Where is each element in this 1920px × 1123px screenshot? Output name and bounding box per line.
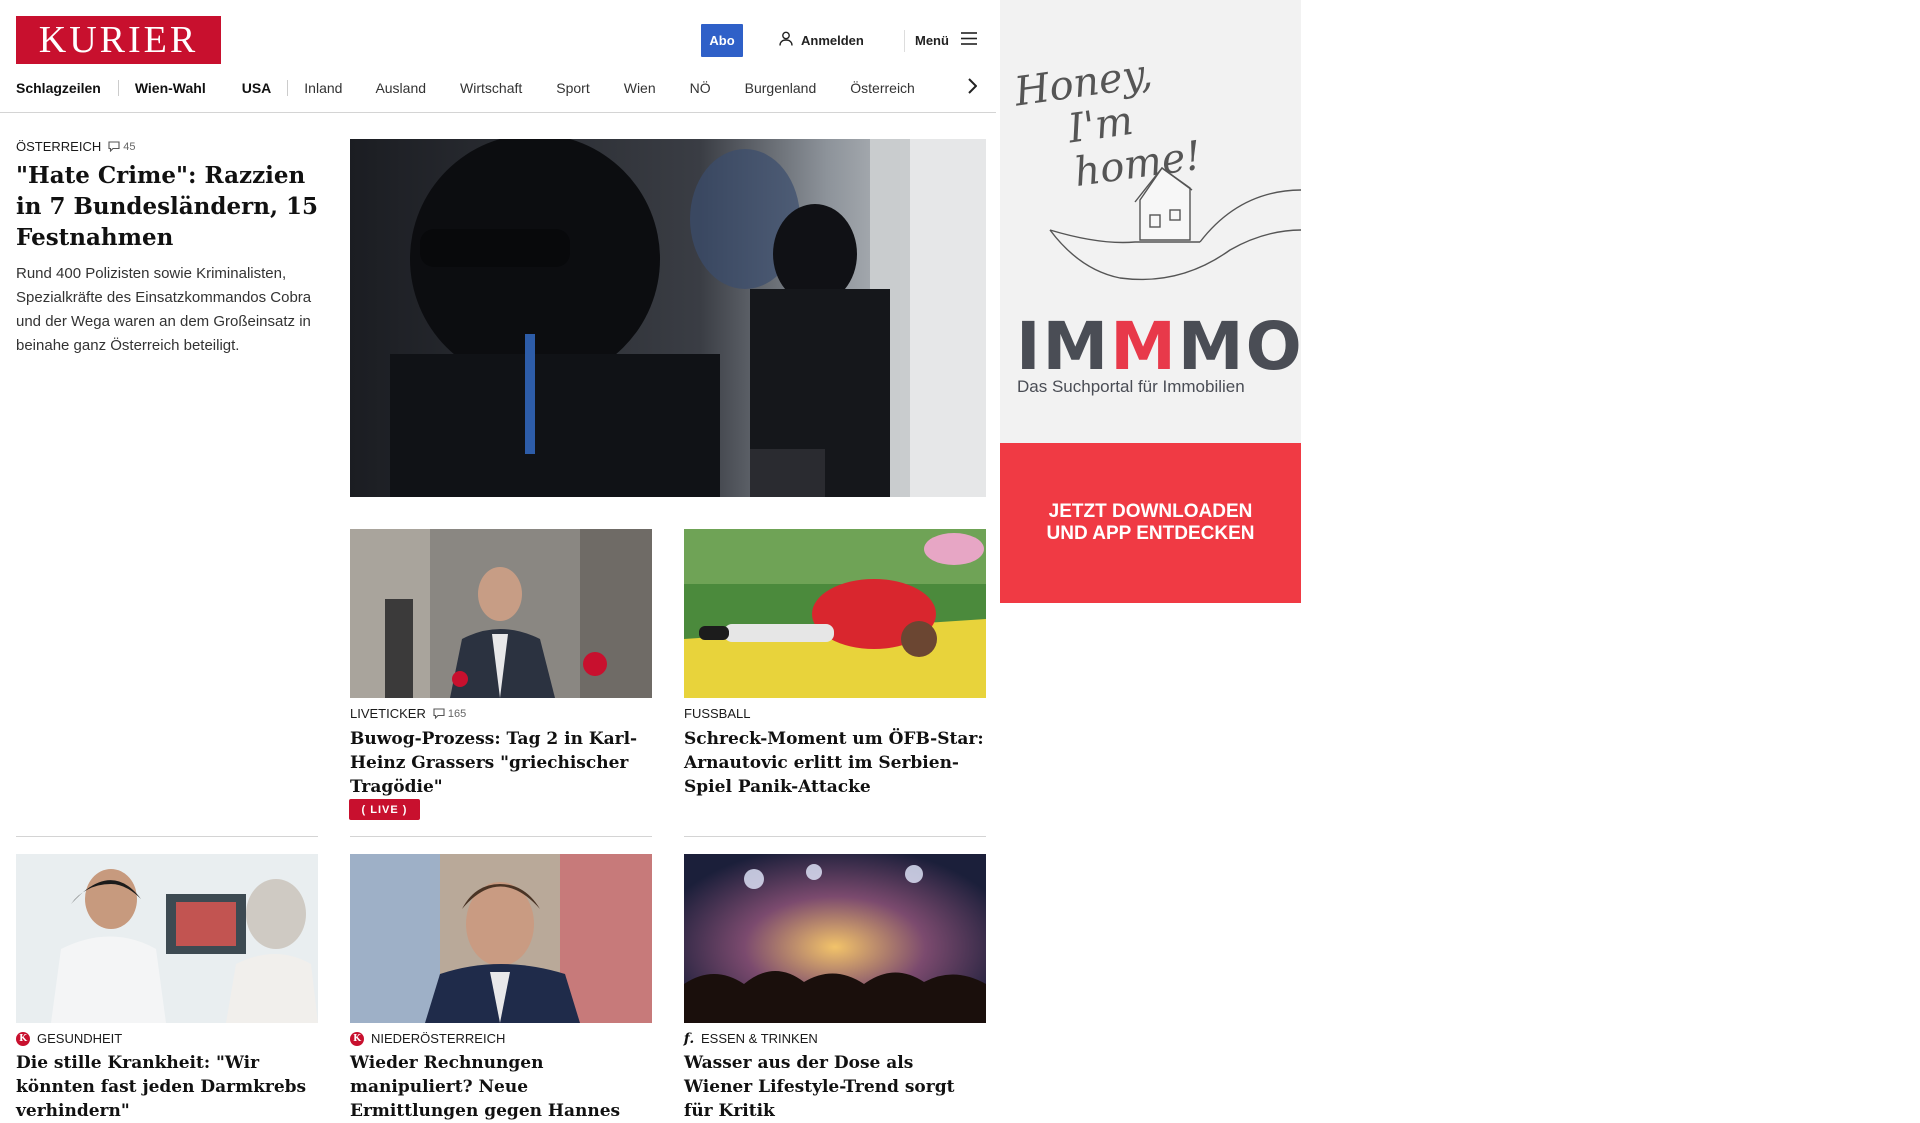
login-label: Anmelden (801, 32, 864, 48)
site-header: KURIER Abo Anmelden Menü Schlagzeilen Wi… (0, 0, 996, 113)
house-in-hand-illustration (1049, 167, 1301, 281)
kurier-logo[interactable]: KURIER (16, 16, 221, 64)
card1-comment-number: 165 (447, 707, 467, 720)
abo-button[interactable]: Abo (701, 24, 743, 57)
lead-category: ÖSTERREICH (16, 139, 102, 154)
lead-teaser: Rund 400 Polizisten sowie Kriminalisten,… (16, 265, 312, 354)
card-image-man-thinking[interactable] (350, 854, 652, 1023)
kurier-plus-icon: K (350, 1031, 364, 1046)
user-icon (779, 31, 793, 49)
menu-label: Menü (915, 32, 949, 48)
card3-kicker[interactable]: K GESUNDHEIT (16, 1031, 122, 1046)
card1-kicker[interactable]: LIVETICKER 165 (350, 706, 466, 721)
lead-kicker[interactable]: ÖSTERREICH 45 (16, 139, 135, 154)
section-nav: Schlagzeilen Wien-Wahl USA Inland Auslan… (16, 78, 915, 98)
card-image-grasser[interactable] (350, 529, 652, 698)
nav-item-schlagzeilen[interactable]: Schlagzeilen (16, 80, 101, 96)
card3-headline[interactable]: Die stille Krankheit: "Wir könnten fast … (16, 1051, 316, 1123)
card-image-football[interactable] (684, 529, 986, 698)
immmo-logo-part1: IM (1016, 308, 1111, 385)
ad-cta-line2: UND APP ENTDECKEN (1046, 523, 1255, 544)
divider (16, 836, 318, 837)
card4-kicker[interactable]: K NIEDERÖSTERREICH (350, 1031, 505, 1046)
live-badge-open: ( (361, 803, 371, 816)
card2-category: FUSSBALL (684, 706, 751, 721)
lead-comment-count[interactable]: 45 (108, 141, 135, 153)
card3-category: GESUNDHEIT (37, 1031, 123, 1046)
comment-icon (433, 708, 445, 719)
nav-item-sport[interactable]: Sport (556, 80, 589, 96)
login-link[interactable]: Anmelden (779, 30, 864, 50)
card1-headline[interactable]: Buwog-Prozess: Tag 2 in Karl-Heinz Grass… (350, 727, 650, 799)
immmo-logo-part2: MO (1177, 308, 1301, 385)
ad-cta-line1: JETZT DOWNLOADEN (1048, 501, 1253, 522)
lead-image-police[interactable] (350, 139, 986, 497)
card5-category: ESSEN & TRINKEN (701, 1031, 818, 1046)
card4-category: NIEDERÖSTERREICH (371, 1031, 506, 1046)
card4-headline[interactable]: Wieder Rechnungen manipuliert? Neue Ermi… (350, 1051, 650, 1123)
lead-comment-number: 45 (123, 140, 136, 153)
freizeit-icon: f. (683, 1030, 695, 1047)
live-badge-label: LIVE (370, 803, 399, 816)
nav-item-ausland[interactable]: Ausland (375, 80, 426, 96)
menu-button[interactable]: Menü (915, 30, 977, 50)
nav-divider (287, 80, 289, 96)
ad-download-cta[interactable]: JETZT DOWNLOADEN UND APP ENTDECKEN (1000, 443, 1301, 603)
card1-comment-count[interactable]: 165 (433, 708, 466, 720)
divider (350, 836, 652, 837)
card2-kicker[interactable]: FUSSBALL (684, 706, 750, 721)
immmo-logo: IMMMO (1016, 308, 1301, 385)
nav-item-wien-wahl[interactable]: Wien-Wahl (135, 80, 206, 96)
card2-headline[interactable]: Schreck-Moment um ÖFB-Star: Arnautovic e… (684, 727, 984, 799)
nav-item-burgenland[interactable]: Burgenland (745, 80, 817, 96)
card5-headline[interactable]: Wasser aus der Dose als Wiener Lifestyle… (684, 1051, 984, 1123)
header-divider (904, 30, 905, 52)
nav-item-noe[interactable]: NÖ (690, 80, 711, 96)
lead-headline[interactable]: "Hate Crime": Razzien in 7 Bundesländern… (16, 160, 326, 253)
hamburger-icon (960, 32, 977, 48)
card5-kicker[interactable]: f. ESSEN & TRINKEN (683, 1030, 818, 1047)
comment-icon (108, 141, 120, 152)
immmo-logo-accent: M (1110, 308, 1178, 385)
card-image-concert[interactable] (684, 854, 986, 1023)
live-badge: ( LIVE ) (349, 799, 420, 820)
nav-divider (117, 80, 119, 96)
immmo-ad[interactable]: Honey, I'm home! IMMMO Das Suchportal fü… (1000, 0, 1301, 603)
card1-category: LIVETICKER (350, 706, 426, 721)
nav-item-wien[interactable]: Wien (624, 80, 656, 96)
chevron-right-icon (967, 77, 977, 99)
nav-item-usa[interactable]: USA (242, 80, 272, 96)
divider (684, 836, 986, 837)
card-image-doctor[interactable] (16, 854, 318, 1023)
live-badge-close: ) (398, 803, 408, 816)
ad-subtitle: Das Suchportal für Immobilien (1017, 377, 1245, 396)
nav-scroll-right-button[interactable] (964, 77, 980, 99)
nav-item-inland[interactable]: Inland (304, 80, 342, 96)
nav-item-wirtschaft[interactable]: Wirtschaft (460, 80, 522, 96)
kurier-plus-icon: K (16, 1031, 30, 1046)
nav-item-oesterreich[interactable]: Österreich (850, 80, 915, 96)
